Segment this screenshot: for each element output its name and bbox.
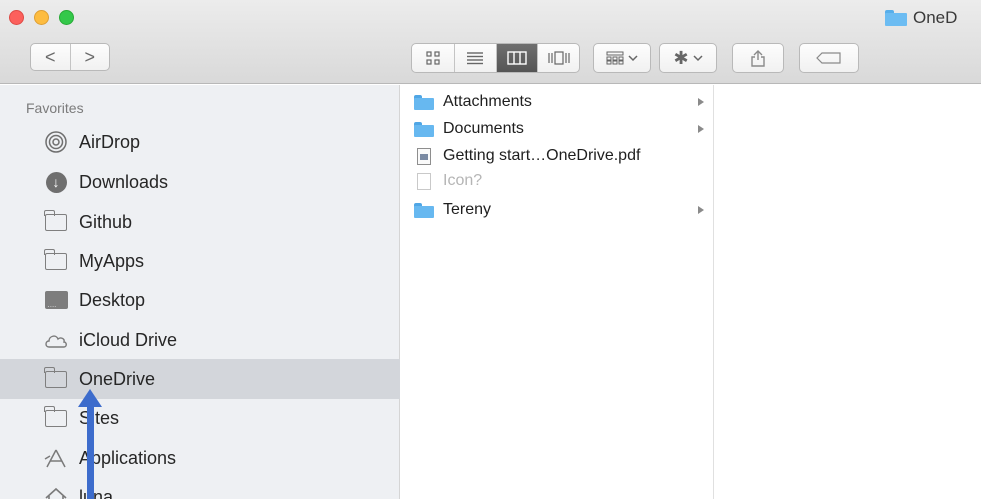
arrange-grid-icon	[606, 51, 624, 65]
folder-icon	[414, 120, 434, 138]
sidebar-item-label: Desktop	[79, 289, 146, 310]
folder-icon	[44, 209, 68, 234]
icon-view-button[interactable]	[412, 44, 454, 72]
gear-icon: ✱	[673, 47, 689, 68]
sidebar-item-applications[interactable]: Applications	[0, 438, 400, 478]
chevron-down-icon	[628, 55, 638, 62]
sidebar-item-label: Github	[79, 211, 133, 232]
tag-icon	[816, 52, 841, 64]
sidebar-item-desktop[interactable]: Desktop	[0, 280, 400, 320]
sidebar: Favorites AirDrop ↓ Downloads Github MyA…	[0, 85, 400, 499]
cover-flow-icon	[548, 51, 570, 65]
desktop-icon	[44, 288, 68, 312]
minimize-window-button[interactable]	[34, 10, 49, 25]
sidebar-section-favorites: Favorites	[26, 100, 84, 116]
edit-tags-button[interactable]	[799, 43, 859, 73]
arrange-button[interactable]	[593, 43, 651, 73]
sidebar-item-github[interactable]: Github	[0, 202, 400, 242]
list-item-documents[interactable]: Documents	[401, 118, 714, 139]
cloud-icon	[44, 328, 68, 352]
file-name: Attachments	[443, 92, 532, 110]
chevron-right-icon: >	[84, 46, 95, 67]
sidebar-item-sites[interactable]: Sites	[0, 398, 400, 438]
file-name: Documents	[443, 119, 524, 137]
sidebar-item-home[interactable]: luna	[0, 477, 400, 499]
sidebar-item-label: iCloud Drive	[79, 329, 178, 350]
folder-icon	[44, 366, 68, 391]
sidebar-item-myapps[interactable]: MyApps	[0, 241, 400, 281]
list-view-button[interactable]	[453, 44, 496, 72]
folder-icon	[885, 10, 907, 26]
view-mode-group	[411, 43, 580, 73]
sidebar-item-label: OneDrive	[79, 368, 156, 389]
chevron-down-icon	[693, 55, 703, 62]
blank-file-icon	[414, 172, 434, 190]
downloads-icon: ↓	[44, 170, 68, 194]
column-view-button[interactable]	[495, 44, 538, 72]
list-item-icon-file[interactable]: Icon?	[401, 170, 714, 191]
sidebar-item-icloud-drive[interactable]: iCloud Drive	[0, 320, 400, 360]
disclosure-arrow-icon	[698, 97, 704, 106]
home-icon	[44, 485, 68, 499]
sidebar-item-airdrop[interactable]: AirDrop	[0, 122, 400, 162]
folder-icon	[44, 405, 68, 430]
sidebar-item-onedrive[interactable]: OneDrive	[0, 359, 400, 399]
cover-flow-view-button[interactable]	[537, 44, 579, 72]
disclosure-arrow-icon	[698, 205, 704, 214]
folder-icon	[44, 248, 68, 273]
back-button[interactable]: <	[31, 44, 70, 70]
folder-icon	[414, 201, 434, 219]
sidebar-item-label: MyApps	[79, 250, 145, 271]
file-column: Attachments Documents Getting start…OneD…	[401, 85, 714, 499]
share-button[interactable]	[732, 43, 784, 73]
share-icon	[751, 50, 765, 67]
annotation-arrow-shaft	[87, 405, 94, 499]
list-item-getting-started-pdf[interactable]: Getting start…OneDrive.pdf	[401, 145, 714, 166]
applications-icon	[44, 446, 68, 470]
action-gear-button[interactable]: ✱	[659, 43, 717, 73]
chevron-left-icon: <	[44, 46, 56, 67]
zoom-window-button[interactable]	[59, 10, 74, 25]
close-window-button[interactable]	[9, 10, 24, 25]
airdrop-icon	[44, 130, 68, 154]
list-item-attachments[interactable]: Attachments	[401, 91, 714, 112]
forward-button[interactable]: >	[69, 44, 110, 70]
sidebar-item-label: Downloads	[79, 171, 169, 192]
window-title-text: OneD	[913, 8, 958, 27]
file-name: Icon?	[443, 171, 483, 189]
navigation-group: < >	[30, 43, 110, 71]
column-view-icon	[507, 51, 527, 65]
window-title: OneD	[885, 7, 957, 29]
sidebar-item-label: luna	[79, 486, 114, 499]
window-toolbar: OneD < > ✱	[0, 0, 981, 84]
sidebar-item-label: Sites	[79, 407, 120, 428]
list-view-icon	[467, 52, 484, 65]
sidebar-item-label: AirDrop	[79, 131, 141, 152]
folder-icon	[414, 93, 434, 111]
file-name: Getting start…OneDrive.pdf	[443, 146, 641, 164]
file-name: Tereny	[443, 200, 492, 218]
icon-view-icon	[426, 51, 440, 65]
list-item-tereny[interactable]: Tereny	[401, 199, 714, 220]
pdf-file-icon	[414, 147, 434, 165]
sidebar-item-downloads[interactable]: ↓ Downloads	[0, 162, 400, 202]
empty-preview-column	[715, 85, 981, 499]
disclosure-arrow-icon	[698, 124, 704, 133]
